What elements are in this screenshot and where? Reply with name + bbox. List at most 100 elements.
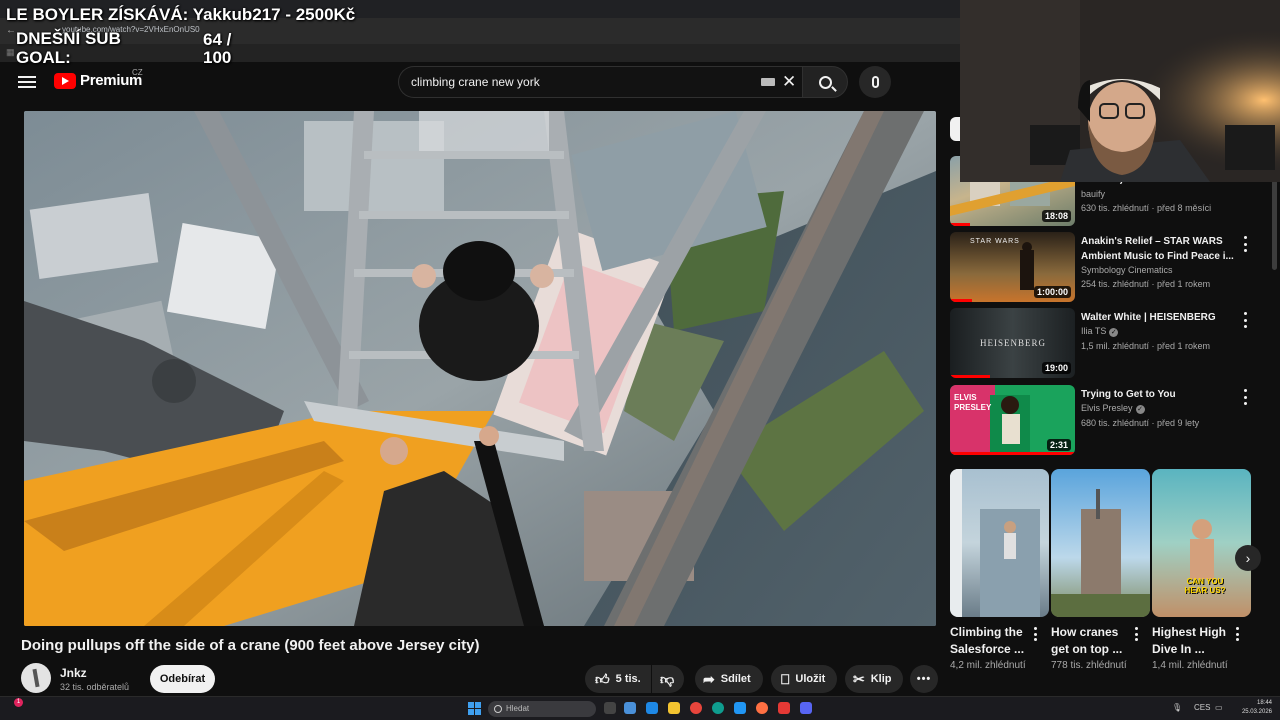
search-query[interactable]: climbing crane new york [411,75,540,89]
video-title: Doing pullups off the side of a crane (9… [21,637,480,654]
clear-search-icon[interactable]: ✕ [782,72,796,92]
search-input[interactable]: climbing crane new york ✕ [398,66,804,98]
short-title[interactable]: How cranes get on top ... [1051,624,1131,658]
short-views: 778 tis. zhlédnutí [1051,660,1127,671]
video-duration: 1:00:00 [1033,286,1071,298]
app-icon[interactable] [734,702,746,714]
like-count: 5 tis. [615,673,641,685]
video-title[interactable]: Trying to Get to You [1081,387,1236,402]
recommendation-item[interactable]: ELVIS PRESLEY 2:31 Trying to Get to You … [950,385,1280,457]
keyboard-layout-icon[interactable]: CES [1194,703,1210,712]
video-thumbnail[interactable]: HEISENBERG 19:00 [950,308,1075,378]
donation-overlay: LE BOYLER ZÍSKÁVÁ: Yakkub217 - 2500Kč [6,5,356,24]
share-button[interactable]: ➦ Sdílet [695,665,763,693]
sub-goal-label: DNEŠNÍ SUB GOAL: [16,29,121,67]
back-icon[interactable]: ← [6,25,16,36]
recommendation-item[interactable]: HEISENBERG 19:00 Walter White | HEISENBE… [950,308,1280,380]
more-options-icon[interactable] [1240,389,1250,405]
more-options-icon[interactable] [1240,312,1250,328]
video-title[interactable]: Anakin's Relief – STAR WARS Ambient Musi… [1081,234,1236,264]
windows-start-icon[interactable] [468,702,481,715]
channel-name[interactable]: Ilia TS ✓ [1081,326,1119,337]
widgets-icon[interactable] [624,702,636,714]
recommendation-item[interactable]: STAR WARS 1:00:00 Anakin's Relief – STAR… [950,232,1280,304]
keyboard-icon[interactable] [761,78,775,86]
video-thumbnail[interactable]: ELVIS PRESLEY 2:31 [950,385,1075,455]
network-icon[interactable]: ▭ [1215,703,1223,712]
more-options-icon[interactable] [1032,627,1038,641]
chrome-icon[interactable] [690,702,702,714]
webcam-feed [960,0,1280,182]
shorts-next-button[interactable]: › [1235,545,1261,571]
more-actions-button[interactable]: ••• [910,665,938,693]
taskbar-search[interactable]: Hledat [488,701,596,717]
region-code: CZ [132,68,143,77]
filter-chip[interactable] [950,117,960,141]
video-player[interactable] [24,111,936,626]
thumbnail-caption: CAN YOU HEAR US? [1184,577,1226,595]
video-duration: 18:08 [1041,210,1071,222]
thumbs-down-icon: 👎︎ [660,670,675,687]
clock-time: 18:44 [1256,700,1272,706]
channel-avatar[interactable] [21,663,51,693]
menu-icon[interactable] [18,73,36,89]
video-meta: 630 tis. zhlédnutí · před 8 měsíci [1081,203,1212,213]
more-options-icon[interactable] [1240,236,1250,252]
channel-name[interactable]: Elvis Presley ✓ [1081,403,1145,414]
like-button[interactable]: 👍︎ 5 tis. [585,665,651,693]
notification-badge[interactable]: 1 [14,698,23,707]
edge-icon[interactable] [712,702,724,714]
thumbs-up-icon: 👍︎ [595,670,610,687]
youtube-premium-logo[interactable]: Premium [54,72,142,89]
verified-icon: ✓ [1109,328,1119,337]
app-icon[interactable] [646,702,658,714]
short-item[interactable]: How cranes get on top ... 778 tis. zhléd… [1051,469,1150,671]
app-icon[interactable] [778,702,790,714]
save-button[interactable]: ⎕ Uložit [771,665,837,693]
search-button[interactable] [802,66,848,98]
short-item[interactable]: Climbing the Salesforce ... 4,2 mil. zhl… [950,469,1049,671]
video-duration: 19:00 [1041,362,1071,374]
discord-icon[interactable] [800,702,812,714]
watch-progress [950,299,972,302]
clip-button[interactable]: ✂ Klip [845,665,903,693]
dislike-button[interactable]: 👎︎ [652,665,684,693]
save-label: Uložit [795,673,826,685]
short-thumbnail[interactable]: CAN YOU HEAR US? [1152,469,1251,617]
share-label: Sdílet [720,673,751,685]
thumbnail-caption: ELVIS PRESLEY [954,393,992,412]
apps-grid-icon[interactable]: ▦ [6,47,15,58]
video-meta: 254 tis. zhlédnutí · před 1 rokem [1081,279,1211,289]
channel-name[interactable]: Symbology Cinematics [1081,265,1173,275]
scrollbar[interactable] [1272,180,1277,270]
webcam-image [960,0,1280,182]
channel-name-text: Ilia TS [1081,326,1107,336]
channel-name-text: Elvis Presley [1081,403,1133,413]
more-options-icon[interactable] [1133,627,1139,641]
share-icon: ➦ [703,670,715,687]
video-title[interactable]: Walter White | HEISENBERG [1081,310,1236,325]
short-thumbnail[interactable] [1051,469,1150,617]
short-title[interactable]: Highest High Dive In ... [1152,624,1232,658]
thumbnail-art [1051,489,1150,617]
subscribe-button[interactable]: Odebírat [150,665,215,693]
channel-name[interactable]: Jnkz [60,666,87,680]
file-explorer-icon[interactable] [668,702,680,714]
short-views: 4,2 mil. zhlédnutí [950,660,1026,671]
verified-icon: ✓ [1135,405,1145,414]
subscriber-count: 32 tis. odběratelů [60,682,130,692]
more-options-icon[interactable] [1234,627,1240,641]
short-item[interactable]: CAN YOU HEAR US? Highest High Dive In ..… [1152,469,1251,671]
video-duration: 2:31 [1046,439,1071,451]
task-view-icon[interactable] [604,702,616,714]
mic-tray-icon[interactable]: 🎙︎ [1172,703,1182,712]
video-thumbnail[interactable]: STAR WARS 1:00:00 [950,232,1075,302]
taskbar-clock[interactable]: 18:44 25.03.2026 [1238,699,1272,717]
short-title[interactable]: Climbing the Salesforce ... [950,624,1030,658]
short-thumbnail[interactable] [950,469,1049,617]
channel-name[interactable]: bauify [1081,189,1105,199]
voice-search-button[interactable] [859,66,891,98]
firefox-icon[interactable] [756,702,768,714]
watch-progress [950,452,1075,455]
thumbnail-caption: HEISENBERG [980,338,1046,348]
